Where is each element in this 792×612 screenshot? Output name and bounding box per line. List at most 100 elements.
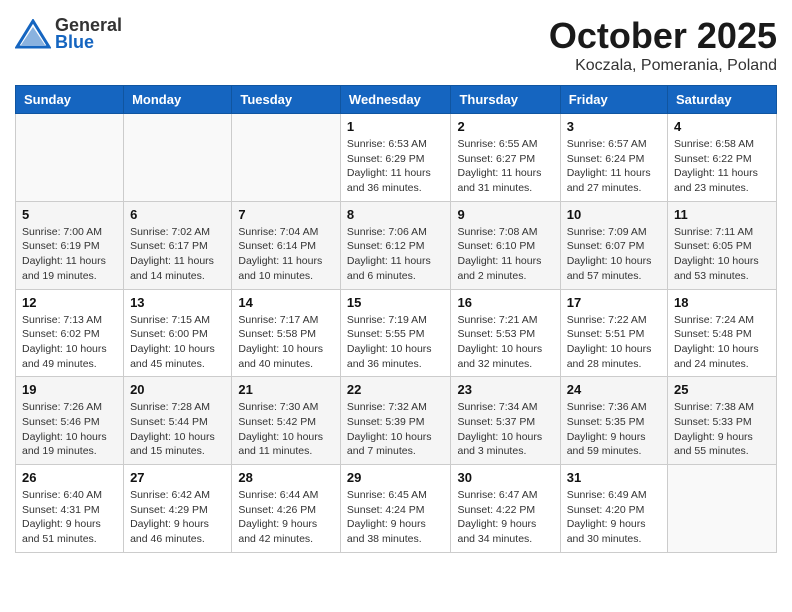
calendar-cell: 26 Sunrise: 6:40 AM Sunset: 4:31 PM Dayli… xyxy=(16,465,124,553)
day-info: Sunrise: 7:34 AM Sunset: 5:37 PM Dayligh… xyxy=(457,400,553,459)
day-info: Sunrise: 6:55 AM Sunset: 6:27 PM Dayligh… xyxy=(457,137,553,196)
day-info: Sunrise: 7:36 AM Sunset: 5:35 PM Dayligh… xyxy=(567,400,661,459)
day-number: 21 xyxy=(238,382,334,397)
calendar-week-4: 19 Sunrise: 7:26 AM Sunset: 5:46 PM Dayli… xyxy=(16,377,777,465)
day-number: 13 xyxy=(130,295,225,310)
logo-icon xyxy=(15,19,51,49)
day-number: 17 xyxy=(567,295,661,310)
calendar-cell: 20 Sunrise: 7:28 AM Sunset: 5:44 PM Dayli… xyxy=(124,377,232,465)
day-info: Sunrise: 7:24 AM Sunset: 5:48 PM Dayligh… xyxy=(674,313,770,372)
location: Koczala, Pomerania, Poland xyxy=(549,57,777,75)
calendar-cell: 21 Sunrise: 7:30 AM Sunset: 5:42 PM Dayli… xyxy=(232,377,341,465)
day-info: Sunrise: 7:21 AM Sunset: 5:53 PM Dayligh… xyxy=(457,313,553,372)
calendar-cell xyxy=(232,114,341,202)
day-number: 20 xyxy=(130,382,225,397)
calendar-cell: 15Sunrise: 7:19 AM Sunset: 5:55 PM Dayli… xyxy=(340,289,451,377)
day-info: Sunrise: 7:30 AM Sunset: 5:42 PM Dayligh… xyxy=(238,400,334,459)
day-info: Sunrise: 7:09 AM Sunset: 6:07 PM Dayligh… xyxy=(567,225,661,284)
calendar-cell: 19 Sunrise: 7:26 AM Sunset: 5:46 PM Dayli… xyxy=(16,377,124,465)
day-number: 6 xyxy=(130,207,225,222)
weekday-header-saturday: Saturday xyxy=(668,86,777,114)
calendar-cell: 30Sunrise: 6:47 AM Sunset: 4:22 PM Dayli… xyxy=(451,465,560,553)
day-number: 1 xyxy=(347,119,445,134)
calendar-cell: 23 Sunrise: 7:34 AM Sunset: 5:37 PM Dayli… xyxy=(451,377,560,465)
day-number: 19 xyxy=(22,382,117,397)
day-number: 28 xyxy=(238,470,334,485)
day-number: 27 xyxy=(130,470,225,485)
day-number: 12 xyxy=(22,295,117,310)
calendar-cell: 4Sunrise: 6:58 AM Sunset: 6:22 PM Daylig… xyxy=(668,114,777,202)
day-info: Sunrise: 7:32 AM Sunset: 5:39 PM Dayligh… xyxy=(347,400,445,459)
calendar-cell: 6Sunrise: 7:02 AM Sunset: 6:17 PM Daylig… xyxy=(124,201,232,289)
day-number: 24 xyxy=(567,382,661,397)
day-number: 25 xyxy=(674,382,770,397)
day-number: 2 xyxy=(457,119,553,134)
day-info: Sunrise: 7:26 AM Sunset: 5:46 PM Dayligh… xyxy=(22,400,117,459)
weekday-header-tuesday: Tuesday xyxy=(232,86,341,114)
day-number: 31 xyxy=(567,470,661,485)
calendar-cell: 14Sunrise: 7:17 AM Sunset: 5:58 PM Dayli… xyxy=(232,289,341,377)
day-info: Sunrise: 6:40 AM Sunset: 4:31 PM Dayligh… xyxy=(22,488,117,547)
calendar-cell: 1 Sunrise: 6:53 AM Sunset: 6:29 PM Daylig… xyxy=(340,114,451,202)
day-info: Sunrise: 6:53 AM Sunset: 6:29 PM Dayligh… xyxy=(347,137,445,196)
calendar-cell: 28 Sunrise: 6:44 AM Sunset: 4:26 PM Dayli… xyxy=(232,465,341,553)
month-title: October 2025 xyxy=(549,15,777,57)
day-number: 10 xyxy=(567,207,661,222)
calendar-cell: 22 Sunrise: 7:32 AM Sunset: 5:39 PM Dayli… xyxy=(340,377,451,465)
calendar-cell: 29Sunrise: 6:45 AM Sunset: 4:24 PM Dayli… xyxy=(340,465,451,553)
calendar-week-2: 5 Sunrise: 7:00 AM Sunset: 6:19 PM Daylig… xyxy=(16,201,777,289)
weekday-header-wednesday: Wednesday xyxy=(340,86,451,114)
title-block: October 2025 Koczala, Pomerania, Poland xyxy=(549,15,777,75)
calendar-cell: 2 Sunrise: 6:55 AM Sunset: 6:27 PM Daylig… xyxy=(451,114,560,202)
day-number: 16 xyxy=(457,295,553,310)
day-info: Sunrise: 7:17 AM Sunset: 5:58 PM Dayligh… xyxy=(238,313,334,372)
calendar-cell: 8Sunrise: 7:06 AM Sunset: 6:12 PM Daylig… xyxy=(340,201,451,289)
weekday-header-friday: Friday xyxy=(560,86,667,114)
calendar-cell: 11 Sunrise: 7:11 AM Sunset: 6:05 PM Dayli… xyxy=(668,201,777,289)
day-number: 26 xyxy=(22,470,117,485)
day-number: 23 xyxy=(457,382,553,397)
weekday-header-sunday: Sunday xyxy=(16,86,124,114)
day-info: Sunrise: 7:08 AM Sunset: 6:10 PM Dayligh… xyxy=(457,225,553,284)
logo: General Blue xyxy=(15,15,122,53)
calendar-cell: 7 Sunrise: 7:04 AM Sunset: 6:14 PM Daylig… xyxy=(232,201,341,289)
calendar-cell: 25Sunrise: 7:38 AM Sunset: 5:33 PM Dayli… xyxy=(668,377,777,465)
day-info: Sunrise: 6:44 AM Sunset: 4:26 PM Dayligh… xyxy=(238,488,334,547)
weekday-header-row: SundayMondayTuesdayWednesdayThursdayFrid… xyxy=(16,86,777,114)
day-number: 11 xyxy=(674,207,770,222)
calendar-cell: 10 Sunrise: 7:09 AM Sunset: 6:07 PM Dayli… xyxy=(560,201,667,289)
day-info: Sunrise: 7:04 AM Sunset: 6:14 PM Dayligh… xyxy=(238,225,334,284)
day-info: Sunrise: 7:22 AM Sunset: 5:51 PM Dayligh… xyxy=(567,313,661,372)
day-info: Sunrise: 7:15 AM Sunset: 6:00 PM Dayligh… xyxy=(130,313,225,372)
calendar-cell: 12Sunrise: 7:13 AM Sunset: 6:02 PM Dayli… xyxy=(16,289,124,377)
day-info: Sunrise: 6:57 AM Sunset: 6:24 PM Dayligh… xyxy=(567,137,661,196)
calendar-cell: 31 Sunrise: 6:49 AM Sunset: 4:20 PM Dayli… xyxy=(560,465,667,553)
day-number: 30 xyxy=(457,470,553,485)
day-number: 3 xyxy=(567,119,661,134)
calendar-cell: 27 Sunrise: 6:42 AM Sunset: 4:29 PM Dayli… xyxy=(124,465,232,553)
day-number: 5 xyxy=(22,207,117,222)
day-info: Sunrise: 7:11 AM Sunset: 6:05 PM Dayligh… xyxy=(674,225,770,284)
calendar-cell: 16 Sunrise: 7:21 AM Sunset: 5:53 PM Dayli… xyxy=(451,289,560,377)
day-info: Sunrise: 6:42 AM Sunset: 4:29 PM Dayligh… xyxy=(130,488,225,547)
calendar-cell: 17 Sunrise: 7:22 AM Sunset: 5:51 PM Dayli… xyxy=(560,289,667,377)
calendar-week-1: 1 Sunrise: 6:53 AM Sunset: 6:29 PM Daylig… xyxy=(16,114,777,202)
calendar-cell: 24 Sunrise: 7:36 AM Sunset: 5:35 PM Dayli… xyxy=(560,377,667,465)
calendar-cell: 5 Sunrise: 7:00 AM Sunset: 6:19 PM Daylig… xyxy=(16,201,124,289)
calendar-cell xyxy=(124,114,232,202)
calendar-cell: 9Sunrise: 7:08 AM Sunset: 6:10 PM Daylig… xyxy=(451,201,560,289)
calendar-cell xyxy=(668,465,777,553)
calendar-week-3: 12Sunrise: 7:13 AM Sunset: 6:02 PM Dayli… xyxy=(16,289,777,377)
day-info: Sunrise: 7:06 AM Sunset: 6:12 PM Dayligh… xyxy=(347,225,445,284)
logo-blue: Blue xyxy=(55,32,122,53)
page-header: General Blue October 2025 Koczala, Pomer… xyxy=(15,15,777,75)
weekday-header-thursday: Thursday xyxy=(451,86,560,114)
day-info: Sunrise: 7:28 AM Sunset: 5:44 PM Dayligh… xyxy=(130,400,225,459)
day-number: 7 xyxy=(238,207,334,222)
day-number: 22 xyxy=(347,382,445,397)
day-info: Sunrise: 7:00 AM Sunset: 6:19 PM Dayligh… xyxy=(22,225,117,284)
calendar-cell: 3 Sunrise: 6:57 AM Sunset: 6:24 PM Daylig… xyxy=(560,114,667,202)
calendar-table: SundayMondayTuesdayWednesdayThursdayFrid… xyxy=(15,85,777,553)
day-number: 29 xyxy=(347,470,445,485)
day-info: Sunrise: 6:49 AM Sunset: 4:20 PM Dayligh… xyxy=(567,488,661,547)
